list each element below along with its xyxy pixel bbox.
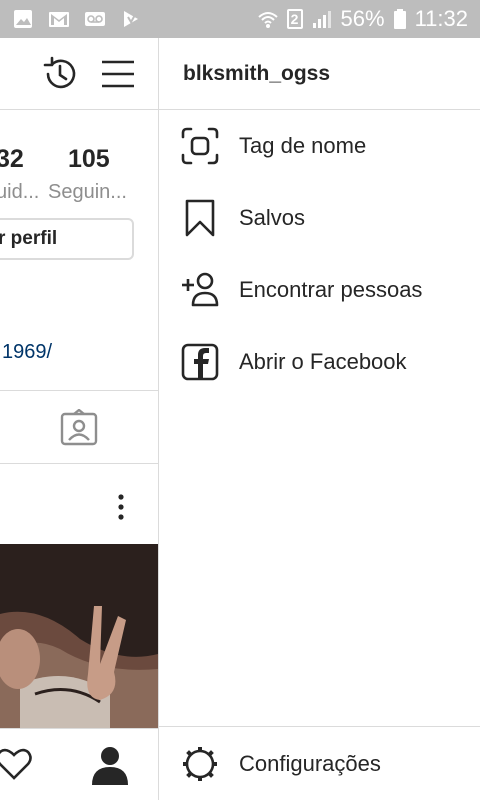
battery-icon [393,9,406,29]
profile-panel: 32 uid... 105 Seguin... r perfil 1969/ [0,38,158,800]
bio-link[interactable]: 1969/ [2,341,52,364]
username: blksmith_ogss [183,61,331,85]
add-person-icon [182,272,219,307]
sim-icon: 2 [286,9,303,29]
profile-icon[interactable] [90,745,130,785]
clock: 11:32 [414,6,468,31]
menu-item-nametag[interactable]: Tag de nome [159,110,480,182]
following-label: Seguin... [48,181,127,203]
bottom-nav [0,728,158,800]
edit-profile-button[interactable]: r perfil [0,218,134,260]
signal-icon [312,11,331,28]
post-photo[interactable] [0,544,158,728]
play-store-icon [124,11,138,27]
profile-tabs [0,390,158,464]
menu-item-saved[interactable]: Salvos [159,182,480,254]
following-count[interactable]: 105 [68,145,110,174]
settings-label: Configurações [239,750,381,776]
side-drawer: blksmith_ogss Tag de nome Salvos Encontr… [158,38,480,800]
profile-header [0,38,158,110]
followers-label: uid... [0,181,40,203]
tagged-photos-icon[interactable] [60,409,98,447]
settings-item[interactable]: Configurações [159,726,480,800]
hamburger-menu-icon[interactable] [102,58,134,90]
menu-item-label: Encontrar pessoas [239,277,423,302]
more-options-icon[interactable] [114,492,128,522]
bookmark-icon [185,199,215,237]
gallery-icon [14,10,32,28]
gmail-icon [49,12,69,27]
status-bar: 2 56% 11:32 [0,0,480,38]
menu-item-find-people[interactable]: Encontrar pessoas [159,254,480,326]
menu-item-label: Tag de nome [239,133,367,158]
facebook-icon [181,343,219,381]
battery-percent: 56% [340,6,385,31]
history-icon[interactable] [40,54,80,94]
menu-item-open-facebook[interactable]: Abrir o Facebook [159,326,480,398]
settings-icon [183,746,217,781]
followers-count[interactable]: 32 [0,145,24,174]
activity-heart-icon[interactable] [0,747,32,781]
nametag-icon [181,127,219,165]
notification-icons [0,8,142,30]
wifi-icon [257,12,278,28]
voicemail-icon [85,12,105,26]
drawer-header: blksmith_ogss [159,38,480,110]
post-header [0,464,158,544]
menu-item-label: Abrir o Facebook [239,349,407,374]
menu-item-label: Salvos [239,205,306,230]
